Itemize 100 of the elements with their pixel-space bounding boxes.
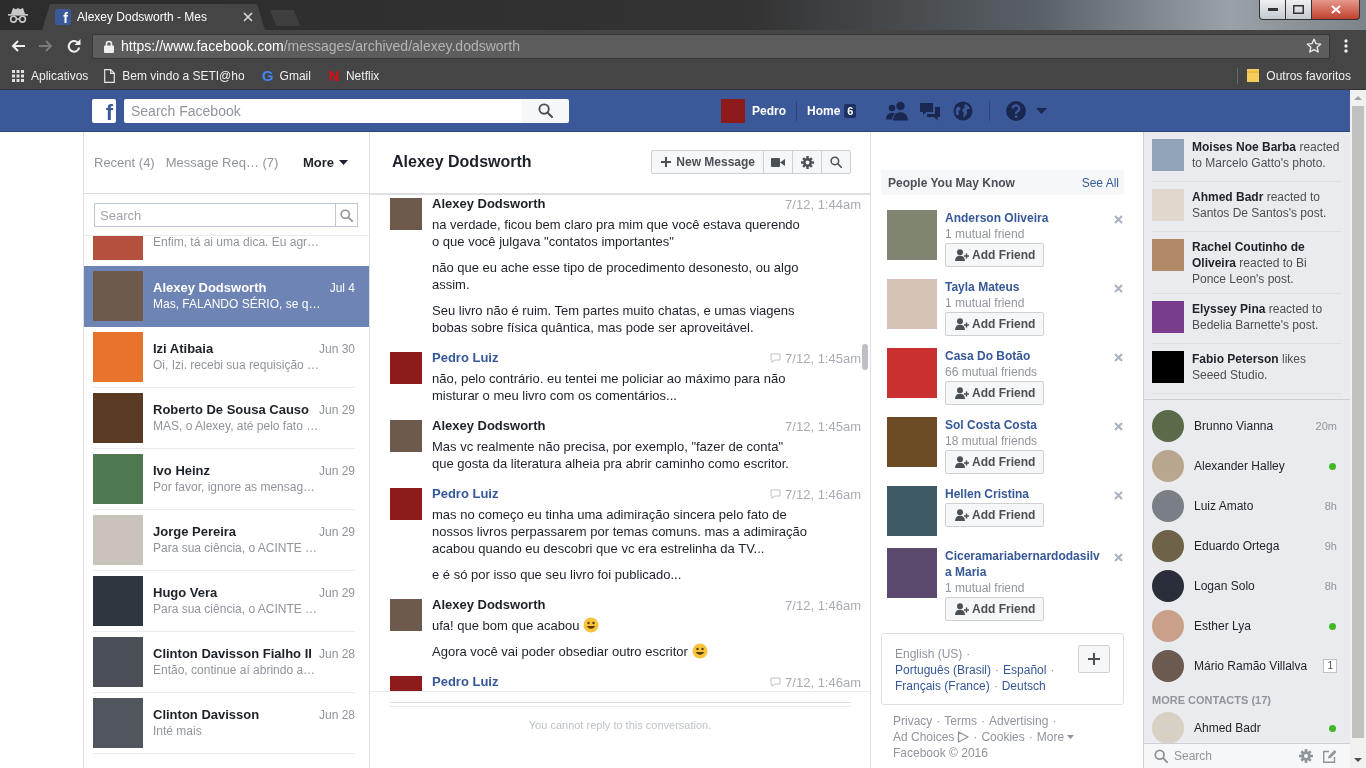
thread-date: Jun 29 — [318, 403, 355, 417]
see-all-link[interactable]: See All — [1081, 175, 1119, 190]
ticker-story[interactable]: Moises Noe Barba reacted to Marcelo Gatto's photo. — [1192, 139, 1342, 171]
star-icon[interactable] — [1306, 38, 1322, 54]
add-friend-button[interactable]: Add Friend — [945, 243, 1045, 267]
thread-item[interactable]: Clinton Davisson Fialho II Jun 28 Então, continue aí abrindo a… — [84, 632, 369, 693]
close-icon[interactable] — [243, 12, 253, 22]
add-friend-button[interactable]: Add Friend — [945, 450, 1045, 474]
language-link[interactable]: Deutsch — [1001, 678, 1046, 694]
help-icon[interactable] — [1006, 100, 1027, 121]
reload-icon[interactable] — [66, 38, 82, 54]
settings-button[interactable] — [792, 150, 822, 174]
thread-item[interactable]: Alexey Dodsworth Jul 4 Mas, FALANDO SÉRIO, se q… — [84, 266, 369, 327]
person-name[interactable]: Sol Costa Costa — [945, 417, 1037, 433]
scroll-up-arrow-icon[interactable] — [1354, 96, 1362, 100]
bookmark-link[interactable]: G Gmail — [254, 63, 317, 88]
thread-item[interactable]: Clinton Davisson Jun 28 Inté mais — [84, 693, 369, 754]
photo-placeholder — [93, 698, 143, 748]
globe-icon[interactable] — [953, 100, 974, 121]
friends-icon[interactable] — [886, 100, 909, 121]
page-scrollbar[interactable] — [1350, 90, 1366, 768]
language-link[interactable]: Español — [1003, 662, 1047, 678]
triangle-icon — [957, 731, 970, 743]
notice-text: You cannot reply to this conversation. — [528, 719, 712, 731]
avatar-circle — [1152, 610, 1184, 642]
contact-name: Jorge Pereira — [153, 524, 237, 540]
message-time: 7/12, 1:46am — [785, 597, 861, 613]
add-friend-button[interactable]: Add Friend — [945, 381, 1045, 405]
contact-name[interactable]: Logan Solo — [1194, 579, 1255, 593]
person-name[interactable]: Ciceramariabernardodasilva Maria — [945, 548, 1103, 580]
thread-item[interactable]: Izi Atibaia Jun 30 Oi, Izi. recebi sua requisição … — [84, 327, 369, 388]
search-field[interactable]: Search Facebook — [124, 98, 522, 123]
search-bar[interactable]: Search — [1144, 743, 1350, 768]
new-message-button[interactable]: New Message — [651, 150, 764, 174]
contact-name[interactable]: Alexander Halley — [1194, 459, 1285, 473]
favicon-icon: N — [326, 67, 341, 84]
sender-name[interactable]: Alexey Dodsworth — [432, 196, 546, 212]
add-friend-button[interactable]: Add Friend — [945, 503, 1045, 527]
add-friend-button[interactable]: Add Friend — [945, 597, 1045, 621]
contact-name[interactable]: Esther Lya — [1194, 619, 1251, 633]
contact-name: Hugo Vera — [153, 585, 218, 601]
profile-link[interactable]: Pedro — [752, 103, 786, 118]
menu-icon[interactable] — [1344, 38, 1348, 54]
browser-tab[interactable]: f Alexey Dodsworth - Mes — [42, 4, 265, 30]
contact-name[interactable]: Luiz Amato — [1194, 499, 1254, 513]
contact-name[interactable]: Mário Ramão Villalva — [1194, 659, 1308, 673]
thread-item[interactable]: Jorge Pereira Jun 29 Para sua ciência, o ACINTE … — [84, 510, 369, 571]
message-preview: Inté mais — [153, 723, 202, 739]
close-window-button[interactable] — [1312, 0, 1360, 20]
person-name[interactable]: Casa Do Botão — [945, 348, 1031, 364]
caret-icon[interactable] — [1036, 107, 1048, 114]
site-logo[interactable]: f — [92, 98, 116, 123]
contact-name[interactable]: Ahmed Badr — [1194, 721, 1261, 735]
contact-name[interactable]: Eduardo Ortega — [1194, 539, 1280, 553]
person-name[interactable]: Hellen Cristina — [945, 486, 1030, 502]
bookmark-link[interactable]: Bem vindo a SETI@ho — [98, 63, 251, 88]
ticker-story[interactable]: Ahmed Badr reacted to Santos De Santos's post. — [1192, 189, 1342, 221]
bookmark-folder[interactable]: Outros favoritos — [1241, 63, 1357, 88]
home-link[interactable]: Home — [807, 103, 841, 118]
sender-name[interactable]: Pedro Luiz — [432, 350, 499, 366]
bookmark-link[interactable]: Aplicativos — [6, 63, 95, 88]
compose-icon[interactable] — [1323, 749, 1337, 763]
photo-placeholder — [1152, 301, 1184, 333]
search-field[interactable]: Search — [1174, 746, 1299, 766]
search-button[interactable] — [821, 150, 851, 174]
search-field[interactable]: Search — [94, 203, 335, 227]
contact-name[interactable]: Brunno Vianna — [1194, 419, 1274, 433]
minimize-button[interactable] — [1259, 0, 1286, 20]
separator-dot: · — [1052, 713, 1057, 729]
message-preview: Oi, Izi. recebi sua requisição … — [153, 357, 320, 373]
photo-placeholder — [1152, 351, 1184, 383]
scrollbar-thumb[interactable] — [1352, 106, 1364, 738]
add-language-button[interactable] — [1078, 645, 1110, 673]
thread-item[interactable]: Roberto De Sousa Causo Jun 29 MAS, o Alexey, até pelo fato … — [84, 388, 369, 449]
person-name[interactable]: Tayla Mateus — [945, 279, 1020, 295]
folder-menu[interactable]: More — [302, 155, 348, 170]
settings-icon[interactable] — [1299, 749, 1313, 763]
language-link[interactable]: Português (Brasil) — [895, 662, 992, 678]
sender-name[interactable]: Alexey Dodsworth — [432, 418, 546, 434]
scrollbar-thumb[interactable] — [862, 344, 868, 370]
ticker-story[interactable]: Rachel Coutinho de Oliveira reacted to Bi Ponce Leon's post. — [1192, 239, 1342, 287]
thread-item[interactable]: Ivo Heinz Jun 29 Por favor, ignore as mensag… — [84, 449, 369, 510]
ticker-story[interactable]: Fabio Peterson likes Seeed Studio. — [1192, 351, 1342, 383]
person-name[interactable]: Anderson Oliveira — [945, 210, 1049, 226]
scroll-down-arrow-icon[interactable] — [1354, 758, 1362, 762]
bookmark-link[interactable]: N Netflix — [320, 63, 386, 88]
add-friend-button[interactable]: Add Friend — [945, 312, 1045, 336]
search-button[interactable] — [522, 98, 569, 123]
sender-name[interactable]: Alexey Dodsworth — [432, 597, 546, 613]
avatar-photo — [721, 98, 745, 123]
chat-bubbles-icon[interactable] — [919, 100, 942, 121]
back-arrow-icon[interactable] — [10, 38, 26, 54]
sender-name[interactable]: Pedro Luiz — [432, 674, 499, 690]
address-bar[interactable]: https://www.facebook.com/messages/archived/alexey.dodsworth — [92, 33, 1330, 59]
maximize-button[interactable] — [1286, 0, 1312, 20]
language-link[interactable]: Français (France) — [895, 678, 990, 694]
thread-item[interactable]: Hugo Vera Jun 29 Para sua ciência, o ACINTE … — [84, 571, 369, 632]
video-call-button[interactable] — [763, 150, 793, 174]
sender-name[interactable]: Pedro Luiz — [432, 486, 499, 502]
ticker-story[interactable]: Elyssey Pina reacted to Bedelia Barnette's post. — [1192, 301, 1342, 333]
